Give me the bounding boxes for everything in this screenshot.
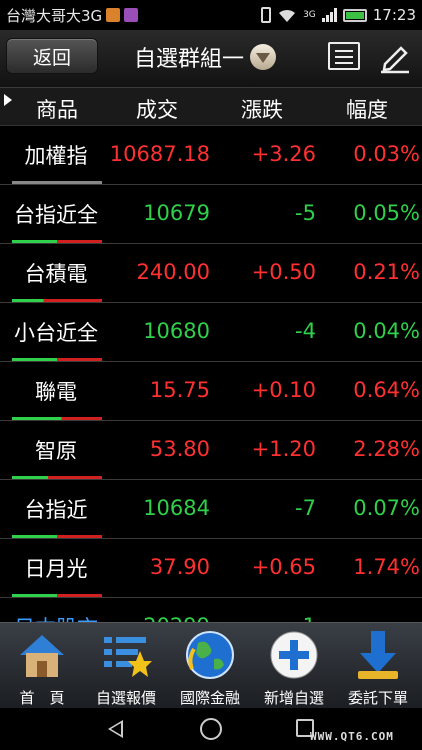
toolbar-add-watch-label: 新增自選 [263, 689, 324, 707]
row-underline [12, 417, 102, 420]
chevron-down-icon[interactable] [250, 44, 277, 70]
change-percent: 0.05% [353, 201, 420, 225]
quote-row[interactable]: 日本股市 20299 -1 [0, 598, 422, 622]
toolbar-international[interactable]: 國際金融 [168, 623, 252, 709]
price-change: -1 [212, 614, 316, 622]
trade-price: 10684 [143, 496, 210, 520]
price-change: +1.20 [251, 437, 316, 461]
change-percent: 0.04% [353, 319, 420, 343]
carrier-name: 台灣大哥大3G [6, 6, 103, 25]
stock-name: 日本股市 [10, 612, 102, 622]
network-type: 3G [303, 10, 316, 20]
clock: 17:23 [372, 6, 416, 24]
back-button[interactable]: 返回 [6, 38, 98, 74]
vibrate-icon [261, 7, 272, 23]
col-product[interactable]: 商品 [36, 94, 78, 124]
change-percent: 0.21% [353, 260, 420, 284]
change-percent: 1.74% [353, 555, 420, 579]
change-percent: 0.03% [353, 142, 420, 166]
bottom-toolbar: 首 頁 自選報價 國際金融 新增自選 委託下單 [0, 622, 422, 708]
title-bar: 返回 自選群組一 [0, 30, 422, 88]
price-change: -5 [295, 201, 316, 225]
expand-arrow-icon[interactable] [4, 94, 12, 106]
system-nav-bar [0, 708, 422, 750]
price-change: +0.65 [251, 555, 316, 579]
col-percent[interactable]: 幅度 [346, 94, 388, 124]
toolbar-home[interactable]: 首 頁 [0, 623, 84, 709]
quote-row[interactable]: 台積電 240.00 +0.50 0.21% [0, 244, 422, 303]
status-bar: 台灣大哥大3G 3G 17:23 [0, 0, 422, 30]
app-notification-icon [124, 8, 139, 22]
home-nav-icon[interactable] [200, 718, 222, 740]
price-change: -4 [295, 319, 316, 343]
quote-row[interactable]: 台指近全 10679 -5 0.05% [0, 185, 422, 244]
quote-row[interactable]: 小台近全 10680 -4 0.04% [0, 303, 422, 362]
list-icon[interactable] [328, 42, 360, 70]
stock-name: 台指近 [24, 498, 88, 522]
download-arrow-icon [358, 631, 398, 679]
toolbar-watchlist-label: 自選報價 [95, 689, 156, 707]
edit-pencil-icon[interactable] [377, 42, 413, 74]
trade-price: 10679 [143, 201, 210, 225]
row-underline [12, 594, 102, 597]
notification-icon [106, 8, 121, 22]
row-underline [12, 181, 102, 184]
price-change: +0.10 [251, 378, 316, 402]
column-header: 商品 成交 漲跌 幅度 [0, 88, 422, 126]
row-underline [12, 358, 102, 361]
col-trade[interactable]: 成交 [136, 94, 178, 124]
toolbar-international-label: 國際金融 [179, 689, 240, 707]
watermark: WWW.QT6.COM [310, 730, 394, 743]
toolbar-order[interactable]: 委託下單 [336, 623, 420, 709]
trade-price: 20299 [102, 614, 210, 622]
quote-row[interactable]: 台指近 10684 -7 0.07% [0, 480, 422, 539]
trade-price: 10687.18 [109, 142, 210, 166]
row-underline [12, 299, 102, 302]
trade-price: 53.80 [149, 437, 210, 461]
quote-row[interactable]: 加權指 10687.18 +3.26 0.03% [0, 126, 422, 185]
back-nav-icon[interactable] [108, 720, 123, 738]
quote-list: 加權指 10687.18 +3.26 0.03% 台指近全 10679 -5 0… [0, 126, 422, 622]
toolbar-add-watch[interactable]: 新增自選 [252, 623, 336, 709]
wifi-icon [279, 9, 296, 22]
stock-name: 小台近全 [14, 321, 98, 345]
stock-name: 智原 [35, 439, 77, 463]
row-underline [12, 476, 102, 479]
watchlist-star-icon [104, 637, 152, 677]
price-change: -7 [295, 496, 316, 520]
row-underline [12, 535, 102, 538]
battery-icon [342, 8, 367, 22]
signal-icon [321, 8, 337, 22]
quote-row[interactable]: 日月光 37.90 +0.65 1.74% [0, 539, 422, 598]
group-title: 自選群組一 [134, 47, 245, 72]
stock-name: 日月光 [24, 557, 88, 581]
stock-name: 加權指 [24, 144, 88, 168]
toolbar-watchlist[interactable]: 自選報價 [84, 623, 168, 709]
stock-name: 台指近全 [14, 203, 98, 227]
quote-row[interactable]: 智原 53.80 +1.20 2.28% [0, 421, 422, 480]
quote-row[interactable]: 聯電 15.75 +0.10 0.64% [0, 362, 422, 421]
trade-price: 15.75 [149, 378, 210, 402]
stock-name: 台積電 [24, 262, 88, 286]
price-change: +0.50 [251, 260, 316, 284]
col-change[interactable]: 漲跌 [241, 94, 283, 124]
trade-price: 10680 [143, 319, 210, 343]
price-change: +3.26 [251, 142, 316, 166]
add-icon [270, 631, 318, 679]
change-percent: 0.07% [353, 496, 420, 520]
toolbar-home-label: 首 頁 [19, 689, 65, 707]
globe-icon [186, 631, 234, 679]
change-percent: 0.64% [353, 378, 420, 402]
change-percent: 2.28% [353, 437, 420, 461]
row-underline [12, 240, 102, 243]
stock-name: 聯電 [35, 380, 77, 404]
toolbar-order-label: 委託下單 [347, 689, 408, 707]
home-icon [20, 635, 64, 677]
trade-price: 37.90 [149, 555, 210, 579]
trade-price: 240.00 [136, 260, 210, 284]
group-selector[interactable]: 自選群組一 [134, 42, 277, 72]
